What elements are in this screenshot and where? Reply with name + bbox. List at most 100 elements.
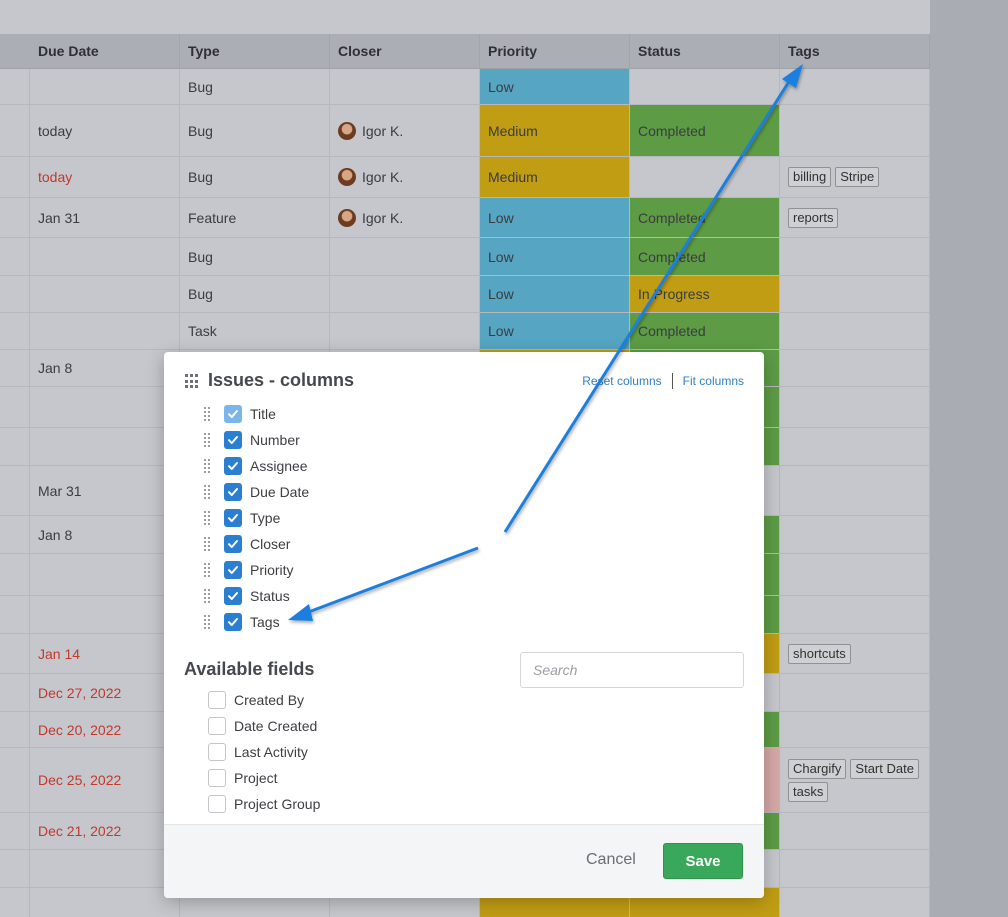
due-date-cell[interactable]: Jan 14 [30, 634, 180, 673]
tag-badge[interactable]: Chargify [788, 758, 847, 779]
type-cell[interactable]: Bug [180, 276, 330, 312]
status-cell[interactable]: Completed [630, 313, 780, 349]
tags-cell[interactable] [780, 105, 930, 156]
title-cell[interactable] [0, 387, 30, 427]
table-row[interactable]: Jan 31 Feature Igor K. Low Completed reports [0, 198, 930, 238]
drag-handle-icon[interactable] [204, 537, 212, 551]
field-checkbox[interactable] [208, 743, 226, 761]
due-date-cell[interactable]: Jan 8 [30, 350, 180, 386]
fit-columns-link[interactable]: Fit columns [683, 374, 744, 388]
title-cell[interactable] [0, 748, 30, 812]
type-cell[interactable]: Feature [180, 198, 330, 237]
due-date-cell[interactable]: Mar 31 [30, 466, 180, 515]
type-cell[interactable]: Bug [180, 105, 330, 156]
title-cell[interactable] [0, 850, 30, 887]
column-checkbox[interactable] [224, 431, 242, 449]
title-cell[interactable] [0, 238, 30, 275]
tag-badge[interactable]: billing [788, 167, 832, 187]
cancel-button[interactable]: Cancel [586, 851, 636, 869]
due-date-cell[interactable] [30, 596, 180, 633]
closer-cell[interactable]: Igor K. [330, 105, 480, 156]
title-cell[interactable] [0, 157, 30, 197]
type-cell[interactable]: Bug [180, 69, 330, 104]
field-checkbox[interactable] [208, 795, 226, 813]
title-cell[interactable] [0, 674, 30, 711]
column-header-closer[interactable]: Closer [330, 34, 480, 69]
tags-cell[interactable] [780, 712, 930, 747]
column-item-number[interactable]: Number [204, 427, 309, 453]
status-cell[interactable]: Completed [630, 198, 780, 237]
type-cell[interactable]: Bug [180, 157, 330, 197]
column-checkbox[interactable] [224, 561, 242, 579]
drag-handle-icon[interactable] [204, 485, 212, 499]
tags-cell[interactable] [780, 554, 930, 595]
closer-cell[interactable]: Igor K. [330, 157, 480, 197]
tags-cell[interactable] [780, 516, 930, 553]
due-date-cell[interactable] [30, 313, 180, 349]
column-item-title[interactable]: Title [204, 401, 309, 427]
due-date-cell[interactable]: today [30, 105, 180, 156]
drag-handle-icon[interactable] [204, 433, 212, 447]
column-item-due-date[interactable]: Due Date [204, 479, 309, 505]
priority-cell[interactable]: Medium [480, 105, 630, 156]
column-header-type[interactable]: Type [180, 34, 330, 69]
column-checkbox[interactable] [224, 509, 242, 527]
due-date-cell[interactable] [30, 69, 180, 104]
priority-cell[interactable]: Medium [480, 157, 630, 197]
closer-cell[interactable] [330, 276, 480, 312]
drag-handle-icon[interactable] [204, 589, 212, 603]
column-header-priority[interactable]: Priority [480, 34, 630, 69]
tags-cell[interactable] [780, 596, 930, 633]
closer-cell[interactable]: Igor K. [330, 198, 480, 237]
column-item-closer[interactable]: Closer [204, 531, 309, 557]
tags-cell[interactable] [780, 428, 930, 465]
closer-cell[interactable] [330, 238, 480, 275]
tags-cell[interactable]: Chargify Start Date tasks [780, 748, 930, 812]
title-cell[interactable] [0, 813, 30, 849]
due-date-cell[interactable]: Jan 8 [30, 516, 180, 553]
tag-badge[interactable]: Stripe [835, 167, 880, 187]
available-field-date-created[interactable]: Date Created [208, 713, 320, 739]
due-date-cell[interactable]: Jan 31 [30, 198, 180, 237]
tags-cell[interactable] [780, 238, 930, 275]
type-cell[interactable]: Task [180, 313, 330, 349]
column-item-priority[interactable]: Priority [204, 557, 309, 583]
due-date-cell[interactable]: Dec 21, 2022 [30, 813, 180, 849]
status-cell[interactable]: In Progress [630, 276, 780, 312]
reset-columns-link[interactable]: Reset columns [582, 374, 661, 388]
tags-cell[interactable] [780, 850, 930, 887]
title-cell[interactable] [0, 350, 30, 386]
title-cell[interactable] [0, 313, 30, 349]
due-date-cell[interactable] [30, 554, 180, 595]
due-date-cell[interactable] [30, 387, 180, 427]
drag-handle-icon[interactable] [204, 615, 212, 629]
tags-cell[interactable] [780, 69, 930, 104]
available-field-project-group[interactable]: Project Group [208, 791, 320, 817]
field-checkbox[interactable] [208, 769, 226, 787]
title-cell[interactable] [0, 276, 30, 312]
title-cell[interactable] [0, 198, 30, 237]
save-button[interactable]: Save [663, 843, 743, 879]
tags-cell[interactable] [780, 674, 930, 711]
tags-cell[interactable] [780, 466, 930, 515]
column-header-status[interactable]: Status [630, 34, 780, 69]
tags-cell[interactable] [780, 350, 930, 386]
drag-handle-icon[interactable] [204, 511, 212, 525]
column-item-assignee[interactable]: Assignee [204, 453, 309, 479]
column-checkbox[interactable] [224, 483, 242, 501]
closer-cell[interactable] [330, 313, 480, 349]
due-date-cell[interactable] [30, 276, 180, 312]
priority-cell[interactable]: Low [480, 313, 630, 349]
table-row[interactable]: today Bug Igor K. Medium Completed [0, 105, 930, 157]
available-field-created-by[interactable]: Created By [208, 687, 320, 713]
due-date-cell[interactable]: Dec 27, 2022 [30, 674, 180, 711]
table-row[interactable]: Bug Low Completed [0, 238, 930, 276]
tags-cell[interactable] [780, 313, 930, 349]
table-row[interactable]: today Bug Igor K. Medium billing Stripe [0, 157, 930, 198]
priority-cell[interactable]: Low [480, 69, 630, 104]
priority-cell[interactable]: Low [480, 198, 630, 237]
tag-badge[interactable]: reports [788, 207, 839, 228]
column-checkbox[interactable] [224, 587, 242, 605]
column-checkbox[interactable] [224, 535, 242, 553]
tags-cell[interactable]: billing Stripe [780, 157, 930, 197]
